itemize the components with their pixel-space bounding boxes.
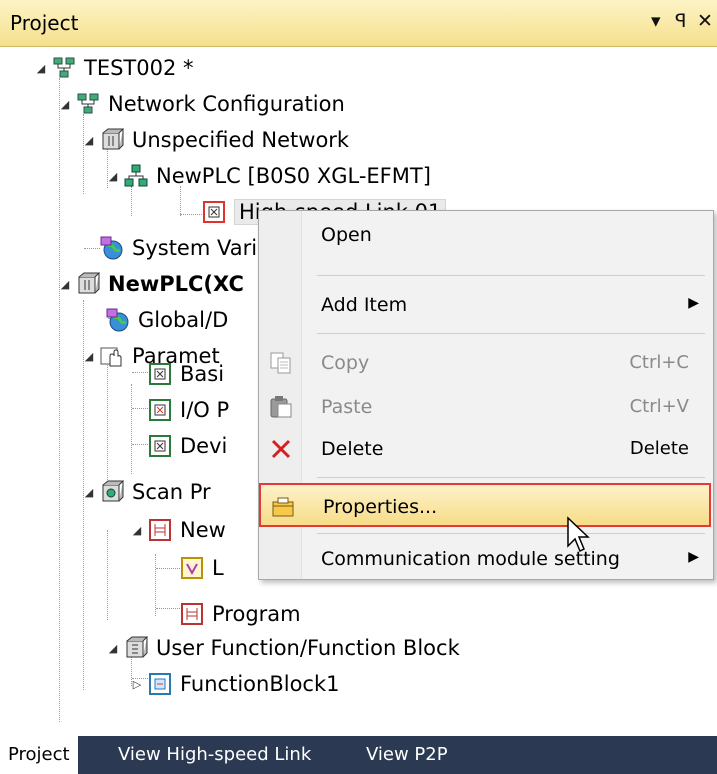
mouse-cursor-icon [566, 516, 592, 556]
menu-item-properties[interactable]: Properties... [259, 483, 711, 527]
expanded-arrow-icon[interactable]: ◢ [106, 642, 120, 655]
tree-node-basic-parameter[interactable]: Basi [148, 356, 224, 392]
tree-node-label: Basi [180, 362, 225, 386]
delete-x-icon [269, 437, 293, 461]
properties-icon [271, 495, 295, 519]
tree-node-scan-program[interactable]: ◢ Scan Pr [82, 474, 211, 510]
tree-node-program[interactable]: Program [180, 596, 301, 632]
menu-item-delete[interactable]: Delete Delete [259, 427, 711, 471]
plc-network-icon [124, 164, 148, 188]
project-panel-header: Project ▾ ꟼ ✕ [0, 0, 717, 47]
tree-node-unspecified-network[interactable]: ◢ Unspecified Network [82, 122, 349, 158]
function-block-icon [148, 672, 172, 696]
expanded-arrow-icon[interactable]: ◢ [130, 524, 144, 537]
tree-node-newplc-cpu[interactable]: ◢ NewPLC(XC [58, 266, 244, 302]
menu-item-copy[interactable]: Copy Ctrl+C [259, 341, 711, 385]
tab-view-p2p[interactable]: View P2P [358, 736, 456, 774]
tree-node-label: Network Configuration [108, 92, 345, 116]
context-menu: Open Add Item ▶ Copy Ctrl+C Paste Ctrl+V… [258, 210, 714, 580]
close-icon[interactable]: ✕ [697, 10, 713, 32]
tree-node-network-configuration[interactable]: ◢ Network Configuration [58, 86, 345, 122]
tree-node-device-parameter[interactable]: Devi [148, 428, 227, 464]
tree-node-label: Global/D [138, 308, 229, 332]
tree-node-newplc-efmt[interactable]: ◢ NewPLC [B0S0 XGL-EFMT] [106, 158, 431, 194]
tree-node-label: I/O P [180, 398, 230, 422]
paste-icon [269, 395, 293, 419]
tree-node-global-direct[interactable]: Global/D [106, 302, 228, 338]
local-var-icon [180, 556, 204, 580]
dropdown-icon[interactable]: ▾ [651, 10, 661, 32]
tab-view-highspeed-link[interactable]: View High-speed Link [110, 736, 319, 774]
function-folder-icon [124, 636, 149, 660]
expanded-arrow-icon[interactable]: ◢ [82, 486, 96, 499]
hand-params-icon [100, 344, 124, 368]
tree-node-label: L [212, 556, 224, 580]
tab-project[interactable]: Project [0, 736, 78, 774]
tree-node-label: System Vari [132, 236, 258, 260]
globe-icon [106, 308, 130, 332]
tree-node-system-variable[interactable]: System Vari [82, 230, 257, 266]
network-box-icon [100, 128, 125, 152]
pin-icon[interactable]: ꟼ [675, 10, 686, 32]
tree-node-label: Scan Pr [132, 480, 211, 504]
tree-node-label: TEST002 * [84, 56, 194, 80]
highspeed-link-icon [202, 200, 226, 224]
tree-node-project-root[interactable]: ◢ TEST002 * [34, 50, 194, 86]
tree-node-user-function[interactable]: ◢ User Function/Function Block [106, 630, 460, 666]
bottom-tab-bar: Project View High-speed Link View P2P [0, 736, 717, 774]
copy-icon [269, 351, 293, 375]
submenu-arrow-icon: ▶ [688, 549, 699, 565]
tree-node-label: Unspecified Network [132, 128, 350, 152]
param-box-icon [148, 434, 172, 458]
expanded-arrow-icon[interactable]: ◢ [58, 278, 72, 291]
menu-separator [317, 333, 705, 334]
tree-node-label: Devi [180, 434, 228, 458]
menu-separator [317, 477, 705, 478]
scan-program-icon [100, 480, 125, 504]
menu-item-add-item[interactable]: Add Item ▶ [259, 283, 711, 327]
panel-title: Project [10, 11, 79, 35]
submenu-arrow-icon: ▶ [688, 295, 699, 311]
expanded-arrow-icon[interactable]: ◢ [82, 134, 96, 147]
tree-node-label: New [180, 518, 226, 542]
expanded-arrow-icon[interactable]: ◢ [58, 98, 72, 111]
menu-separator [317, 275, 705, 276]
menu-item-open[interactable]: Open [259, 213, 711, 257]
tree-node-function-block[interactable]: ▷ FunctionBlock1 [130, 666, 340, 702]
ladder-icon [180, 602, 204, 626]
tree-node-label: User Function/Function Block [156, 636, 460, 660]
cpu-box-icon [76, 272, 101, 296]
expanded-arrow-icon[interactable]: ◢ [82, 350, 96, 363]
menu-item-communication-module-setting[interactable]: Communication module setting ▶ [259, 537, 711, 581]
network-config-icon [52, 56, 76, 80]
tree-node-io-parameter[interactable]: I/O P [148, 392, 229, 428]
globe-icon [100, 236, 124, 260]
tree-node-label: Program [212, 602, 301, 626]
expanded-arrow-icon[interactable]: ◢ [106, 170, 120, 183]
ladder-icon [148, 518, 172, 542]
network-config-icon [76, 92, 100, 116]
menu-item-paste[interactable]: Paste Ctrl+V [259, 385, 711, 429]
collapsed-arrow-icon[interactable]: ▷ [130, 678, 144, 691]
tree-node-label: NewPLC [B0S0 XGL-EFMT] [156, 164, 431, 188]
tree-node-label: FunctionBlock1 [180, 672, 340, 696]
expanded-arrow-icon[interactable]: ◢ [34, 62, 48, 75]
tree-node-label: NewPLC(XC [108, 272, 244, 296]
tree-node-new-program[interactable]: ◢ New [130, 512, 226, 548]
io-param-icon [148, 398, 172, 422]
menu-separator [317, 533, 705, 534]
tree-node-local-variable[interactable]: L [180, 550, 224, 586]
param-box-icon [148, 362, 172, 386]
